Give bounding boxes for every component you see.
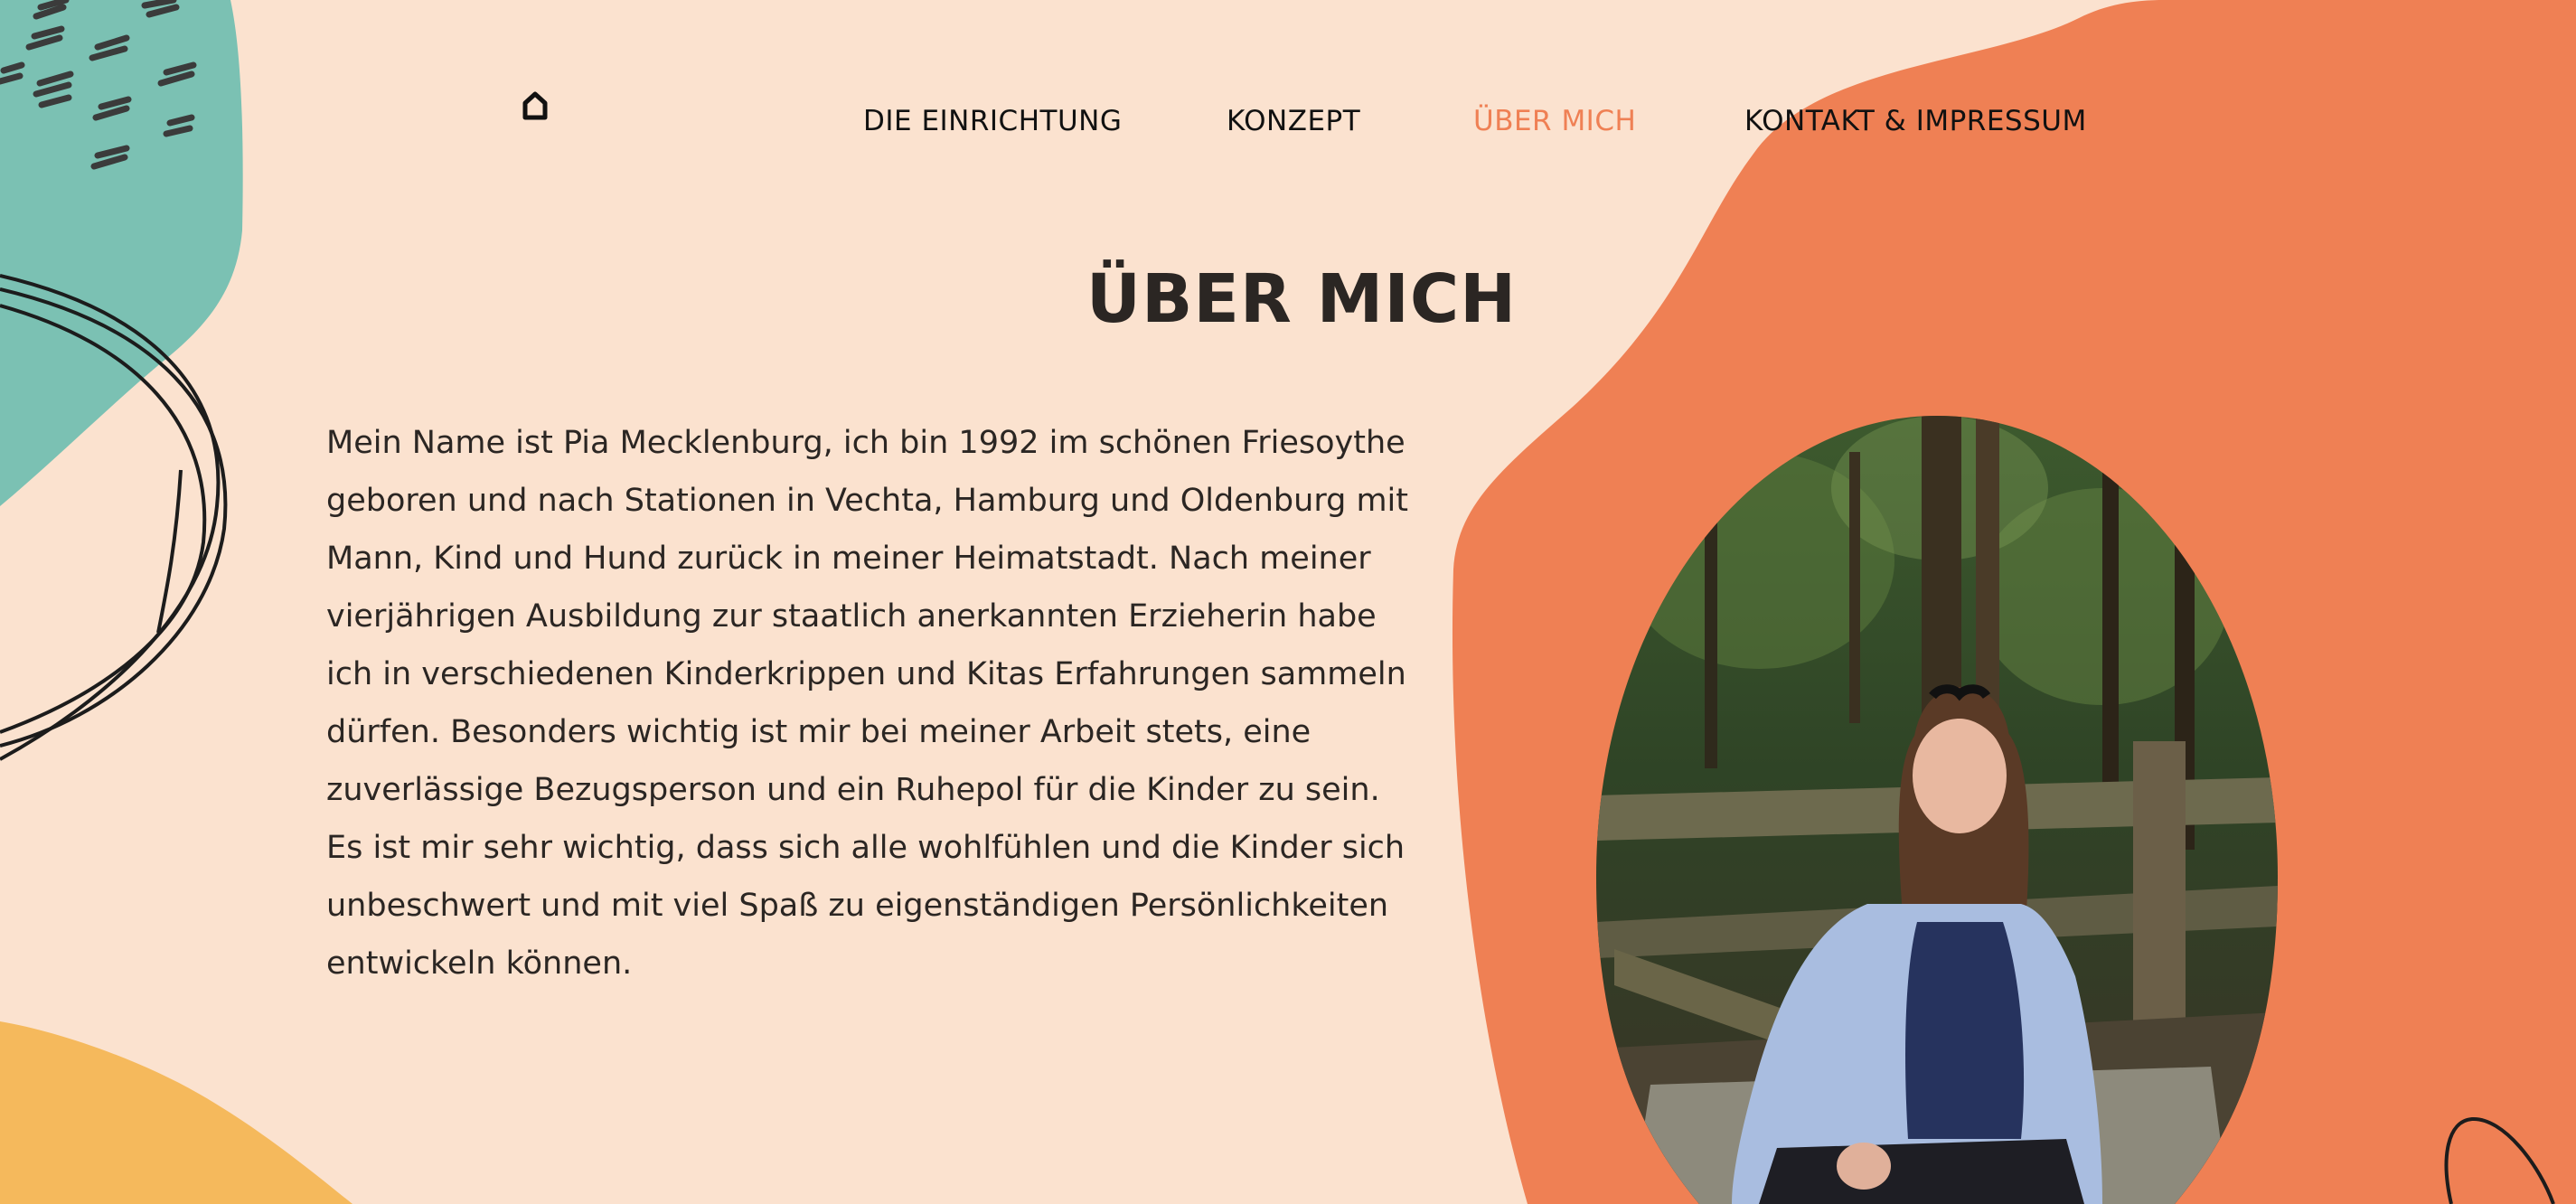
home-icon <box>522 91 548 120</box>
home-link[interactable] <box>517 87 553 125</box>
page-title: ÜBER MICH <box>1086 260 1518 338</box>
yellow-blob <box>0 1021 353 1204</box>
portrait-photo <box>1596 416 2278 1204</box>
nav-item-konzept[interactable]: KONZEPT <box>1227 105 1360 137</box>
nav-item-die-einrichtung[interactable]: DIE EINRICHTUNG <box>863 105 1122 137</box>
nav-item-ueber-mich[interactable]: ÜBER MICH <box>1473 105 1636 137</box>
main-navigation: DIE EINRICHTUNG KONZEPT ÜBER MICH KONTAK… <box>0 0 2576 244</box>
bio-text: Mein Name ist Pia Mecklenburg, ich bin 1… <box>326 425 1408 982</box>
nav-item-kontakt-impressum[interactable]: KONTAKT & IMPRESSUM <box>1744 105 2087 137</box>
